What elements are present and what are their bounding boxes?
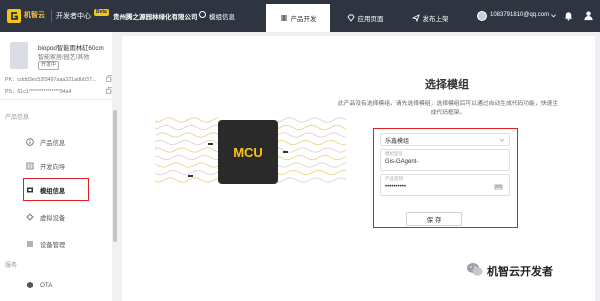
signal-line xyxy=(277,162,347,168)
gizwits-logo-icon[interactable] xyxy=(6,8,22,24)
send-icon xyxy=(411,14,420,22)
sidebar-item-product-info[interactable]: 产品信息 xyxy=(26,133,110,151)
highlight-box-module-info xyxy=(23,178,89,201)
signal-line xyxy=(277,139,347,146)
sidebar-item-device-management[interactable]: 设备管理 xyxy=(26,235,110,253)
beta-badge: Beta xyxy=(94,9,109,16)
signal-line xyxy=(155,132,219,138)
wechat-icon xyxy=(467,263,483,276)
signal-line xyxy=(155,124,219,131)
section-title-service: 服务 xyxy=(5,263,18,269)
virtual-device-icon xyxy=(26,213,34,221)
chevron-down-icon[interactable] xyxy=(550,12,557,19)
product-category: 智能家居/园艺/其他 xyxy=(38,55,90,61)
mcu-chip: MCU xyxy=(218,120,278,184)
signal-line xyxy=(155,177,219,183)
signal-line xyxy=(277,177,347,183)
company-section[interactable]: 模组信息 xyxy=(209,11,235,21)
top-navigation-bar: 机智云 开发者中心 Beta 贵州腾之源园林绿化有限公司 模组信息 产品开发 应… xyxy=(0,0,600,32)
sidebar-scrollbar-thumb[interactable] xyxy=(113,110,117,242)
app-title[interactable]: 开发者中心 xyxy=(56,11,91,21)
watermark-text: 机智云开发者 xyxy=(487,266,553,278)
diamond-icon xyxy=(346,14,355,22)
sidebar-item-label: 设备管理 xyxy=(40,241,66,249)
pin-dash xyxy=(283,151,288,153)
pin-dash xyxy=(208,143,213,145)
product-secret: PS：61c1***************94a4 xyxy=(5,89,72,95)
signal-line xyxy=(277,117,347,123)
sidebar-item-label: OTA xyxy=(40,281,53,289)
product-name: biopod智能雨林缸60cm xyxy=(38,45,104,52)
user-icon[interactable] xyxy=(583,10,594,21)
guide-icon xyxy=(26,162,34,170)
company-status-icon xyxy=(199,11,206,18)
page-description: 此产品没有选择模组，请先选择模组，选择模组后可以通过自动生成代码功能，快速生成代… xyxy=(337,101,559,116)
sidebar-item-virtual-device[interactable]: 虚拟设备 xyxy=(26,208,110,226)
sidebar-item-dev-guide[interactable]: 开发向导 xyxy=(26,157,110,175)
sidebar-item-ota[interactable]: OTA xyxy=(26,276,110,294)
tab-publish[interactable]: 发布上架 xyxy=(400,4,460,32)
signal-line xyxy=(277,169,347,176)
status-badge: 开发中 xyxy=(38,61,60,70)
sidebar-item-label: 产品信息 xyxy=(40,139,66,147)
section-title-product: 产品信息 xyxy=(5,115,30,121)
product-image xyxy=(10,42,28,69)
tab-label: 应用页面 xyxy=(357,16,384,23)
header-divider xyxy=(51,10,52,22)
signal-line xyxy=(277,124,347,131)
tab-label: 产品开发 xyxy=(290,16,317,23)
signal-line xyxy=(155,154,219,161)
bell-icon[interactable] xyxy=(563,10,574,21)
signal-line xyxy=(277,154,347,161)
sidebar-divider xyxy=(0,99,112,100)
sidebar-item-label: 虚拟设备 xyxy=(40,214,66,222)
logo-text: 机智云 xyxy=(24,12,45,19)
grid-icon xyxy=(280,15,287,21)
highlight-box-form xyxy=(373,128,518,228)
ota-icon xyxy=(27,281,33,289)
tab-label: 发布上架 xyxy=(422,16,449,23)
sidebar-item-label: 开发向导 xyxy=(40,163,66,171)
signal-line xyxy=(277,132,347,138)
tab-product-development[interactable]: 产品开发 xyxy=(266,4,330,32)
product-key: PK：cddd3ec52f3497aaa321adb037... xyxy=(5,77,97,83)
info-icon xyxy=(26,138,34,146)
user-email[interactable]: 1083791810@qq.com xyxy=(490,12,549,18)
page-title: 选择模组 xyxy=(425,79,469,91)
company-name[interactable]: 贵州腾之源园林绿化有限公司 xyxy=(113,11,198,21)
signal-line xyxy=(277,147,347,153)
pin-dash xyxy=(188,175,193,177)
signal-line xyxy=(155,147,219,153)
device-management-icon xyxy=(27,241,33,247)
signal-line xyxy=(155,169,219,176)
signal-line xyxy=(155,162,219,168)
avatar[interactable] xyxy=(477,11,487,21)
tab-app-pages[interactable]: 应用页面 xyxy=(335,4,395,32)
signal-line xyxy=(155,117,219,123)
